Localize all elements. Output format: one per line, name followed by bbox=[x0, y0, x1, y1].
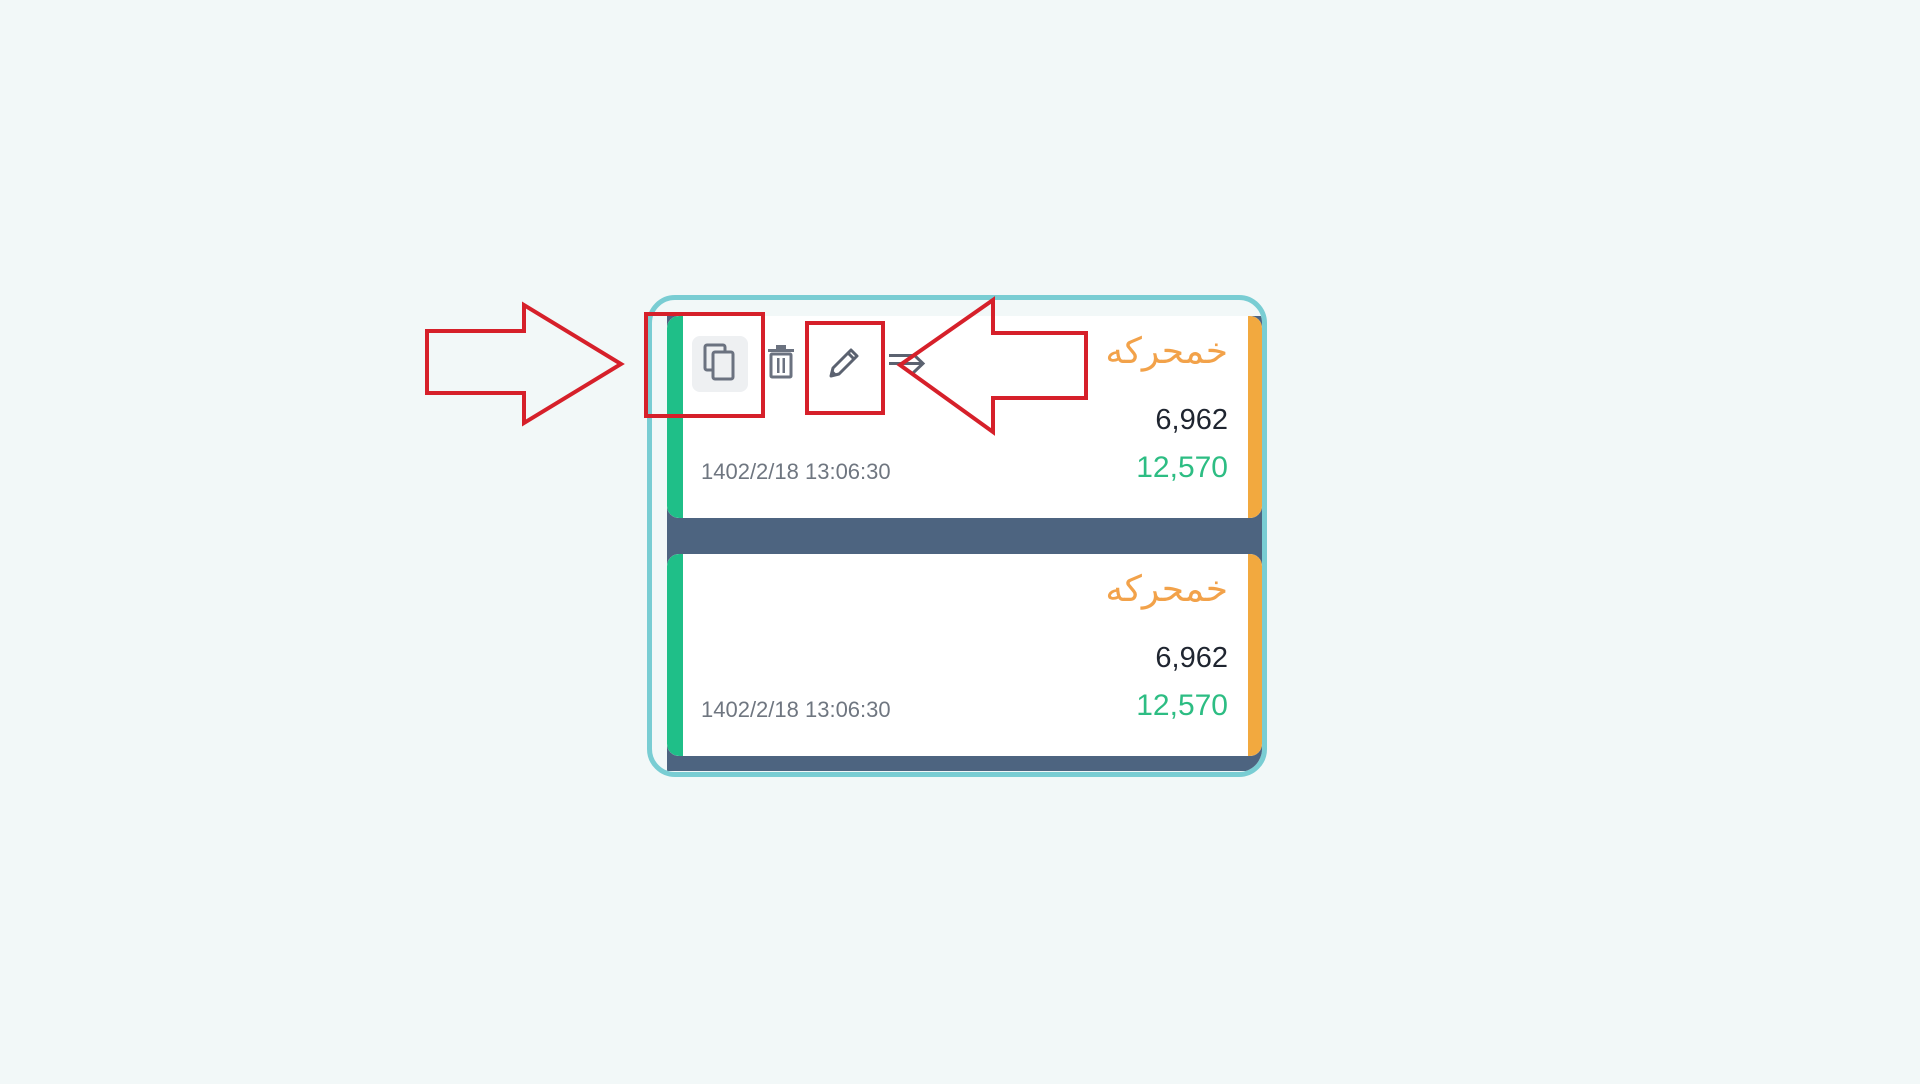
symbol-name[interactable]: خمحرکه bbox=[1105, 328, 1228, 376]
pencil-icon bbox=[827, 344, 863, 384]
trade-volume: 12,570 bbox=[1136, 451, 1228, 484]
right-arrow-annotation bbox=[425, 301, 625, 427]
symbol-name[interactable]: خمحرکه bbox=[1105, 566, 1228, 614]
last-price: 6,962 bbox=[1155, 642, 1228, 674]
delete-button[interactable] bbox=[759, 336, 803, 392]
trash-icon bbox=[766, 345, 796, 383]
copy-icon bbox=[702, 342, 738, 386]
move-button[interactable] bbox=[884, 336, 930, 392]
copy-button[interactable] bbox=[692, 336, 748, 392]
move-arrow-icon bbox=[887, 348, 927, 380]
watchlist-card[interactable]: خمحرکه 6,962 12,570 1402/2/18 13:06:30 bbox=[667, 554, 1262, 756]
watchlist-panel: خمحرکه 6,962 12,570 1402/2/18 13:06:30 خ… bbox=[667, 316, 1262, 771]
timestamp: 1402/2/18 13:06:30 bbox=[701, 697, 891, 722]
status-bar-left bbox=[667, 554, 683, 756]
last-price: 6,962 bbox=[1155, 404, 1228, 436]
status-bar-left bbox=[667, 316, 683, 518]
status-bar-right bbox=[1248, 554, 1262, 756]
watchlist-widget: خمحرکه 6,962 12,570 1402/2/18 13:06:30 خ… bbox=[647, 295, 1267, 777]
edit-button[interactable] bbox=[820, 336, 870, 392]
watchlist-card[interactable]: خمحرکه 6,962 12,570 1402/2/18 13:06:30 bbox=[667, 316, 1262, 518]
trade-volume: 12,570 bbox=[1136, 689, 1228, 722]
timestamp: 1402/2/18 13:06:30 bbox=[701, 459, 891, 484]
status-bar-right bbox=[1248, 316, 1262, 518]
